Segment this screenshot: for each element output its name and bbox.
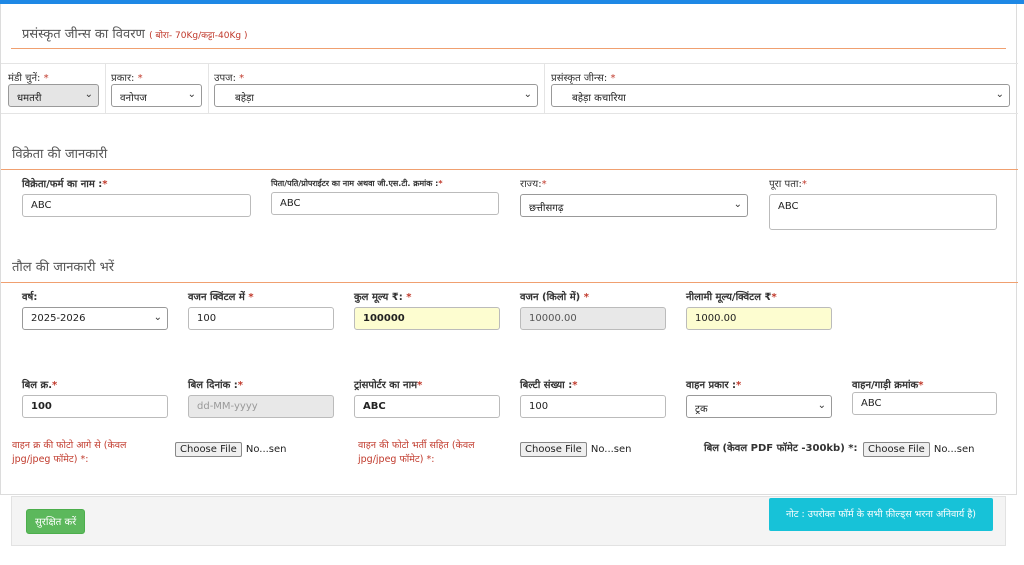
prakar-label: प्रकार: * <box>111 73 143 84</box>
form-footer: सुरक्षित करें नोट : उपरोक्त फॉर्म के सभी… <box>11 496 1006 546</box>
prakar-select[interactable]: वनोपज ⌄ <box>111 84 202 107</box>
mandi-label: मंडी चुनें: * <box>8 73 49 84</box>
jeens-label: प्रसंस्कृत जीन्स: * <box>551 73 616 84</box>
bilty-label: बिल्टी संख्या :* <box>520 380 578 391</box>
bill-no-input[interactable]: 100 <box>22 395 168 418</box>
mandi-select[interactable]: धमतरी ⌄ <box>8 84 99 107</box>
address-label: पूरा पता:* <box>769 179 807 190</box>
transporter-input[interactable]: ABC <box>354 395 500 418</box>
upaj-label: उपज: * <box>214 73 245 84</box>
weight-quintal-input[interactable]: 100 <box>188 307 334 330</box>
chevron-down-icon: ⌄ <box>995 89 1004 100</box>
file-status: No...sen <box>590 444 632 455</box>
bill-date-input[interactable]: dd-MM-yyyy <box>188 395 334 418</box>
auction-price-input[interactable]: 1000.00 <box>686 307 832 330</box>
cell-divider <box>208 63 209 113</box>
choose-file-button[interactable]: Choose File <box>175 442 242 457</box>
save-button[interactable]: सुरक्षित करें <box>26 509 86 534</box>
seller-section-title: विक्रेता की जानकारी <box>12 147 108 162</box>
seller-name-input[interactable]: ABC <box>22 194 251 217</box>
auction-price-label: नीलामी मूल्य/क्विंटल ₹* <box>686 292 777 303</box>
weighing-divider <box>1 282 1018 283</box>
bilty-input[interactable]: 100 <box>520 395 666 418</box>
front-photo-label: वाहन क्र की फोटो आगे से (केवल jpg/jpeg फ… <box>12 440 127 465</box>
loaded-photo-label: वाहन की फोटो भर्ती सहित (केवल jpg/jpeg फ… <box>358 440 475 465</box>
father-name-label: पिता/पति/प्रोपराईटर का नाम अथवा जी.एस.टी… <box>271 179 443 188</box>
state-select[interactable]: छत्तीसगढ़ ⌄ <box>520 194 748 217</box>
chevron-down-icon: ⌄ <box>84 89 93 100</box>
bill-no-label: बिल क्र.* <box>22 380 58 391</box>
vehicle-no-label: वाहन/गाड़ी क्रमांक* <box>852 380 924 391</box>
total-price-label: कुल मूल्य ₹: * <box>354 292 412 303</box>
bill-pdf-file-input[interactable]: Choose File No...sen <box>863 442 975 457</box>
front-photo-file-input[interactable]: Choose File No...sen <box>175 442 287 457</box>
file-status: No...sen <box>245 444 287 455</box>
weight-quintal-label: वजन क्विंटल में * <box>188 292 254 303</box>
title-divider <box>11 48 1006 49</box>
required-note: नोट : उपरोक्त फॉर्म के सभी फ़ील्ड्स भरना… <box>769 498 993 531</box>
selection-row-top <box>1 63 1018 64</box>
selection-row-bottom <box>1 113 1018 114</box>
jeens-select[interactable]: बहेड़ा कचारिया ⌄ <box>551 84 1010 107</box>
father-name-input[interactable]: ABC <box>271 192 499 215</box>
address-textarea[interactable]: ABC <box>769 194 997 230</box>
choose-file-button[interactable]: Choose File <box>520 442 587 457</box>
total-price-input[interactable]: 100000 <box>354 307 500 330</box>
choose-file-button[interactable]: Choose File <box>863 442 930 457</box>
seller-divider <box>1 169 1018 170</box>
year-label: वर्ष: <box>22 292 38 303</box>
chevron-down-icon: ⌄ <box>733 199 742 210</box>
page-title-note: ( बोरा- 70Kg/कट्टा-40Kg ) <box>149 31 248 41</box>
form-panel: प्रसंस्कृत जीन्स का विवरण ( बोरा- 70Kg/क… <box>0 4 1018 495</box>
bill-date-label: बिल दिनांक :* <box>188 380 243 391</box>
weight-kg-input: 10000.00 <box>520 307 666 330</box>
transporter-label: ट्रांसपोर्टर का नाम* <box>354 380 423 391</box>
chevron-down-icon: ⌄ <box>523 89 532 100</box>
page-title-text: प्रसंस्कृत जीन्स का विवरण <box>22 27 145 42</box>
chevron-down-icon: ⌄ <box>187 89 196 100</box>
page-title: प्रसंस्कृत जीन्स का विवरण ( बोरा- 70Kg/क… <box>22 24 247 42</box>
upaj-select[interactable]: बहेड़ा ⌄ <box>214 84 538 107</box>
loaded-photo-file-input[interactable]: Choose File No...sen <box>520 442 632 457</box>
chevron-down-icon: ⌄ <box>817 400 826 411</box>
bill-pdf-label: बिल (केवल PDF फॉमेट -300kb) *: <box>704 443 858 454</box>
cell-divider <box>105 63 106 113</box>
vehicle-no-input[interactable]: ABC <box>852 392 997 415</box>
weighing-section-title: तौल की जानकारी भरें <box>12 260 115 275</box>
state-label: राज्य:* <box>520 179 547 190</box>
seller-name-label: विक्रेता/फर्म का नाम :* <box>22 179 108 190</box>
file-status: No...sen <box>933 444 975 455</box>
vehicle-type-select[interactable]: ट्रक ⌄ <box>686 395 832 418</box>
chevron-down-icon: ⌄ <box>153 312 162 323</box>
vehicle-type-label: वाहन प्रकार :* <box>686 380 742 391</box>
year-select[interactable]: 2025-2026 ⌄ <box>22 307 168 330</box>
cell-divider <box>544 63 545 113</box>
weight-kg-label: वजन (किलो में) * <box>520 292 589 303</box>
